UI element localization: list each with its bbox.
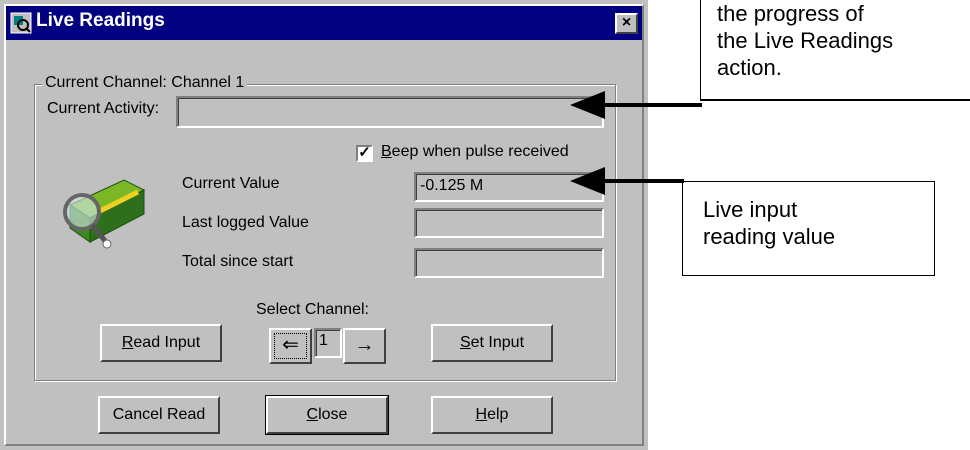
previous-channel-button[interactable]: ⇐ xyxy=(269,328,312,364)
cancel-read-button[interactable]: Cancel Read xyxy=(98,396,220,434)
channel-number-field[interactable]: 1 xyxy=(314,328,342,358)
total-field xyxy=(414,248,604,278)
window-title: Live Readings xyxy=(36,10,165,31)
current-value-text: -0.125 M xyxy=(420,177,484,194)
current-activity-field xyxy=(176,96,604,128)
live-readings-dialog: Live Readings × Current Channel: Channel… xyxy=(0,0,648,450)
group-legend: Current Channel: Channel 1 xyxy=(42,74,248,92)
select-channel-label: Select Channel: xyxy=(256,301,369,318)
next-channel-button[interactable]: → xyxy=(343,328,386,364)
progress-callout: the progress of the Live Readings action… xyxy=(700,0,970,100)
right-arrow-icon: → xyxy=(354,334,375,356)
current-value-label: Current Value xyxy=(182,175,280,192)
last-logged-label: Last logged Value xyxy=(182,214,309,231)
app-icon xyxy=(10,12,32,34)
live-input-callout: Live input reading value xyxy=(682,181,935,276)
current-activity-label: Current Activity: xyxy=(47,100,160,117)
left-arrow-icon: ⇐ xyxy=(282,334,299,356)
beep-checkbox[interactable]: ✓ xyxy=(356,145,373,162)
total-label: Total since start xyxy=(182,253,294,270)
set-input-button[interactable]: Set Input xyxy=(431,324,553,362)
current-channel-value: Channel 1 xyxy=(171,74,245,91)
last-logged-field xyxy=(414,208,604,238)
checkmark-icon: ✓ xyxy=(358,144,371,161)
channel-number: 1 xyxy=(319,332,328,349)
close-window-button[interactable]: × xyxy=(615,13,638,34)
current-channel-label: Current Channel: xyxy=(45,74,167,91)
close-icon: × xyxy=(621,14,632,31)
data-logger-icon xyxy=(63,179,146,249)
beep-label[interactable]: Beep when pulse received xyxy=(381,143,569,161)
current-value-field: -0.125 M xyxy=(414,172,604,202)
close-button[interactable]: Close xyxy=(265,395,389,435)
help-button[interactable]: Help xyxy=(431,396,553,434)
callout-underline xyxy=(700,100,970,101)
read-input-button[interactable]: Read Input xyxy=(100,324,222,362)
